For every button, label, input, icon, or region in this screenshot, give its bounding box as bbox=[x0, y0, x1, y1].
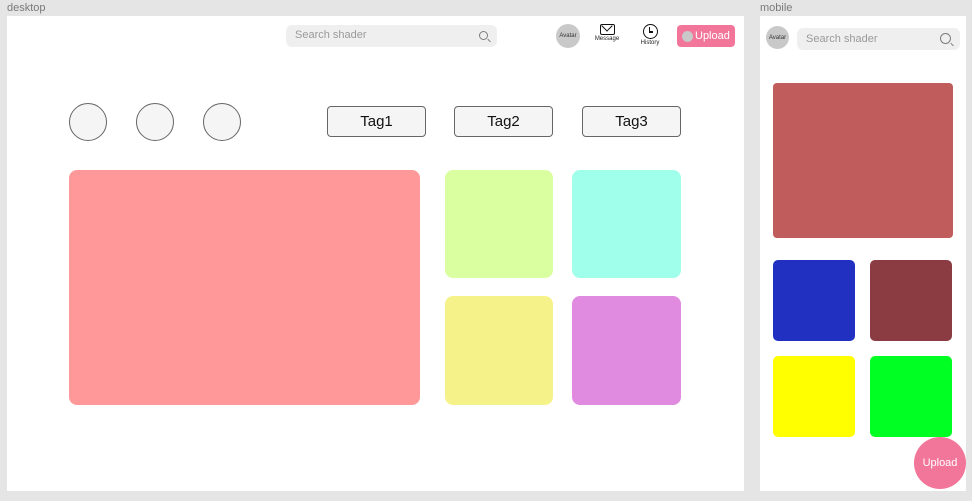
shader-tile-3[interactable] bbox=[773, 356, 855, 437]
clock-icon bbox=[642, 24, 658, 39]
shader-tile-2[interactable] bbox=[572, 170, 681, 278]
tag-button-2[interactable]: Tag2 bbox=[454, 106, 553, 137]
search-bar[interactable]: Search shader bbox=[286, 25, 497, 47]
history-label: History bbox=[640, 40, 660, 46]
mobile-frame: Avatar Search shader Upload bbox=[760, 16, 966, 491]
shader-tile-2[interactable] bbox=[870, 260, 952, 341]
search-placeholder: Search shader bbox=[295, 29, 367, 41]
featured-shader-tile[interactable] bbox=[773, 83, 953, 238]
tag-button-3[interactable]: Tag3 bbox=[582, 106, 681, 137]
tag-button-1[interactable]: Tag1 bbox=[327, 106, 426, 137]
upload-button[interactable]: Upload bbox=[677, 25, 735, 47]
category-circle-1[interactable] bbox=[69, 103, 107, 141]
upload-avatar-dot bbox=[682, 30, 693, 42]
shader-tile-4[interactable] bbox=[572, 296, 681, 405]
mail-icon bbox=[599, 24, 615, 35]
shader-tile-3[interactable] bbox=[445, 296, 553, 405]
avatar[interactable]: Avatar bbox=[556, 24, 580, 48]
avatar[interactable]: Avatar bbox=[766, 26, 789, 49]
search-icon[interactable] bbox=[479, 31, 488, 40]
message-label: Message bbox=[594, 36, 620, 42]
desktop-frame-label: desktop bbox=[7, 2, 46, 14]
history-button[interactable]: History bbox=[635, 24, 665, 46]
shader-tile-1[interactable] bbox=[445, 170, 553, 278]
category-circle-2[interactable] bbox=[136, 103, 174, 141]
shader-tile-4[interactable] bbox=[870, 356, 952, 437]
search-icon[interactable] bbox=[940, 33, 951, 44]
featured-shader-tile[interactable] bbox=[69, 170, 420, 405]
upload-label: Upload bbox=[695, 30, 730, 42]
upload-fab[interactable]: Upload bbox=[914, 437, 966, 489]
mobile-frame-label: mobile bbox=[760, 2, 793, 14]
search-bar[interactable]: Search shader bbox=[797, 28, 960, 50]
message-button[interactable]: Message bbox=[592, 24, 622, 42]
shader-tile-1[interactable] bbox=[773, 260, 855, 341]
search-placeholder: Search shader bbox=[806, 33, 878, 45]
category-circle-3[interactable] bbox=[203, 103, 241, 141]
desktop-frame: Search shader Avatar Message History Upl… bbox=[7, 16, 744, 491]
